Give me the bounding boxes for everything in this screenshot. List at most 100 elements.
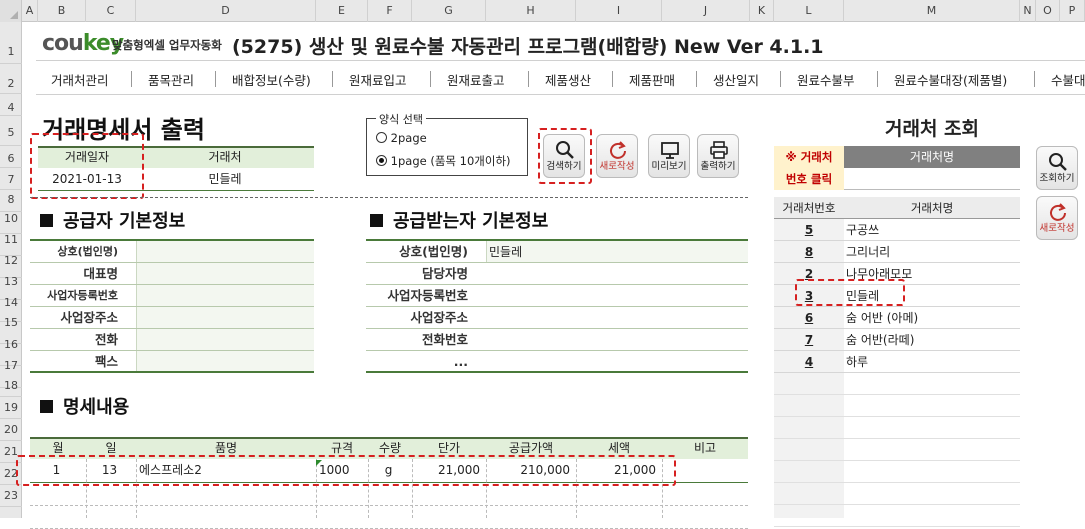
divider bbox=[366, 371, 748, 373]
col-header-a[interactable]: A bbox=[22, 0, 38, 22]
row-header[interactable]: 7 bbox=[0, 168, 22, 190]
divider bbox=[36, 94, 1085, 95]
menu-material-ledger[interactable]: 원료수불부 bbox=[797, 70, 855, 90]
menu-production-log[interactable]: 생산일지 bbox=[713, 70, 759, 90]
supplier-field-label: 사업장주소 bbox=[60, 310, 118, 325]
row-header[interactable]: 4 bbox=[0, 94, 22, 116]
supplier-heading: 공급자 기본정보 bbox=[40, 207, 185, 233]
menu-ledger-more[interactable]: 수불대 bbox=[1051, 70, 1085, 90]
radio-icon[interactable] bbox=[376, 132, 387, 143]
menu-item-management[interactable]: 품목관리 bbox=[148, 70, 194, 90]
receiver-field-label: 상호(법인명) bbox=[399, 244, 468, 259]
monitor-icon bbox=[661, 142, 679, 159]
col-header-e[interactable]: E bbox=[316, 0, 368, 22]
menu-material-in[interactable]: 원재료입고 bbox=[349, 70, 407, 90]
new-button[interactable]: 새로작성 bbox=[596, 134, 638, 178]
menu-separator bbox=[430, 71, 431, 87]
supplier-field-value[interactable] bbox=[136, 285, 314, 307]
col-header-n[interactable]: N bbox=[1020, 0, 1036, 22]
detail-heading-text: 명세내용 bbox=[63, 397, 130, 418]
format-option-1page[interactable]: 1page (품목 10개이하) bbox=[376, 153, 511, 169]
col-header-l[interactable]: L bbox=[774, 0, 844, 22]
lookup-item-name: 숨 어반(라떼) bbox=[846, 333, 915, 347]
col-header-k[interactable]: K bbox=[750, 0, 774, 22]
format-option-2page[interactable]: 2page bbox=[376, 131, 427, 145]
col-header-h[interactable]: H bbox=[486, 0, 576, 22]
col-header-f[interactable]: F bbox=[368, 0, 412, 22]
client-value[interactable]: 민들레 bbox=[136, 168, 314, 190]
menu-material-ledger-product[interactable]: 원료수불대장(제품별) bbox=[894, 70, 1007, 90]
select-all-corner[interactable] bbox=[0, 0, 22, 22]
square-bullet-icon bbox=[370, 214, 383, 227]
row-header[interactable]: 1 bbox=[0, 22, 22, 64]
row-header[interactable]: 8 bbox=[0, 190, 22, 212]
divider bbox=[774, 372, 1020, 373]
col-header-b[interactable]: B bbox=[38, 0, 86, 22]
col-header-p[interactable]: P bbox=[1060, 0, 1085, 22]
detail-heading: 명세내용 bbox=[40, 393, 129, 419]
receiver-field-label: 사업장주소 bbox=[410, 310, 468, 325]
divider bbox=[30, 197, 748, 198]
col-header-c[interactable]: C bbox=[86, 0, 136, 22]
supplier-field-value[interactable] bbox=[136, 241, 314, 263]
receiver-field-label: 담당자명 bbox=[421, 266, 468, 281]
new-button-label: 새로작성 bbox=[599, 161, 635, 172]
lookup-search-button[interactable]: 조회하기 bbox=[1036, 146, 1078, 190]
search-highlight bbox=[538, 128, 592, 184]
row-header[interactable]: 6 bbox=[0, 146, 22, 168]
receiver-field-value[interactable]: 민들레 bbox=[486, 241, 748, 263]
col-header-d[interactable]: D bbox=[136, 0, 316, 22]
radio-selected-icon[interactable] bbox=[376, 155, 387, 166]
col-header-g[interactable]: G bbox=[412, 0, 486, 22]
supplier-field-value[interactable] bbox=[136, 351, 314, 373]
format-option-label: 2page bbox=[390, 131, 427, 145]
lookup-item-name: 구공쓰 bbox=[846, 223, 880, 237]
row-header[interactable]: 10 bbox=[0, 212, 22, 234]
row-header[interactable]: 2 bbox=[0, 64, 22, 94]
menu-production[interactable]: 제품생산 bbox=[545, 70, 591, 90]
supplier-field-value[interactable] bbox=[136, 263, 314, 285]
lookup-new-button-label: 새로작성 bbox=[1039, 223, 1075, 234]
menu-material-out[interactable]: 원재료출고 bbox=[447, 70, 505, 90]
menu-sales[interactable]: 제품판매 bbox=[629, 70, 675, 90]
row-header[interactable]: 18 bbox=[0, 375, 22, 397]
refresh-icon bbox=[1050, 203, 1066, 221]
receiver-field-label: 전화번호 bbox=[421, 332, 468, 347]
lookup-item-number[interactable]: 8 bbox=[774, 241, 844, 263]
lookup-item-number[interactable]: 4 bbox=[774, 351, 844, 373]
lookup-item-number[interactable]: 6 bbox=[774, 307, 844, 329]
format-option-label: 1page (품목 10개이하) bbox=[390, 154, 511, 168]
lookup-col-name: 거래처명 bbox=[910, 201, 954, 215]
menu-separator bbox=[877, 71, 878, 87]
supplier-field-value[interactable] bbox=[136, 307, 314, 329]
row-header[interactable]: 20 bbox=[0, 419, 22, 441]
divider bbox=[774, 394, 1020, 395]
col-header-j[interactable]: J bbox=[662, 0, 750, 22]
col-header-i[interactable]: I bbox=[576, 0, 662, 22]
lookup-item-number[interactable]: 5 bbox=[774, 219, 844, 241]
menu-separator bbox=[612, 71, 613, 87]
column-header-bar: A B C D E F G H I J K L M N O P bbox=[0, 0, 1085, 22]
divider bbox=[36, 60, 1085, 61]
col-header-m[interactable]: M bbox=[844, 0, 1020, 22]
row-header[interactable]: 23 bbox=[0, 485, 22, 507]
print-button[interactable]: 출력하기 bbox=[697, 134, 739, 178]
row-header[interactable]: 11 bbox=[0, 234, 22, 256]
lookup-new-button[interactable]: 새로작성 bbox=[1036, 196, 1078, 240]
lookup-col-no: 거래처번호 bbox=[782, 201, 836, 215]
preview-button-label: 미리보기 bbox=[651, 161, 687, 172]
receiver-heading-text: 공급받는자 기본정보 bbox=[393, 211, 549, 232]
col-header-o[interactable]: O bbox=[1036, 0, 1060, 22]
row-header[interactable]: 19 bbox=[0, 397, 22, 419]
row-header-bar: 1 2 4 5 6 7 8 10 11 12 13 14 15 16 17 18… bbox=[0, 22, 22, 518]
lookup-name-input[interactable] bbox=[844, 168, 1020, 190]
row-header[interactable]: 5 bbox=[0, 116, 22, 146]
preview-button[interactable]: 미리보기 bbox=[648, 134, 690, 178]
date-highlight bbox=[30, 133, 144, 199]
menu-client-management[interactable]: 거래처관리 bbox=[51, 70, 109, 90]
menu-mix-info[interactable]: 배합정보(수량) bbox=[232, 70, 311, 90]
supplier-field-value[interactable] bbox=[136, 329, 314, 351]
lookup-selected-highlight bbox=[795, 279, 905, 306]
divider bbox=[774, 416, 1020, 417]
lookup-item-number[interactable]: 7 bbox=[774, 329, 844, 351]
